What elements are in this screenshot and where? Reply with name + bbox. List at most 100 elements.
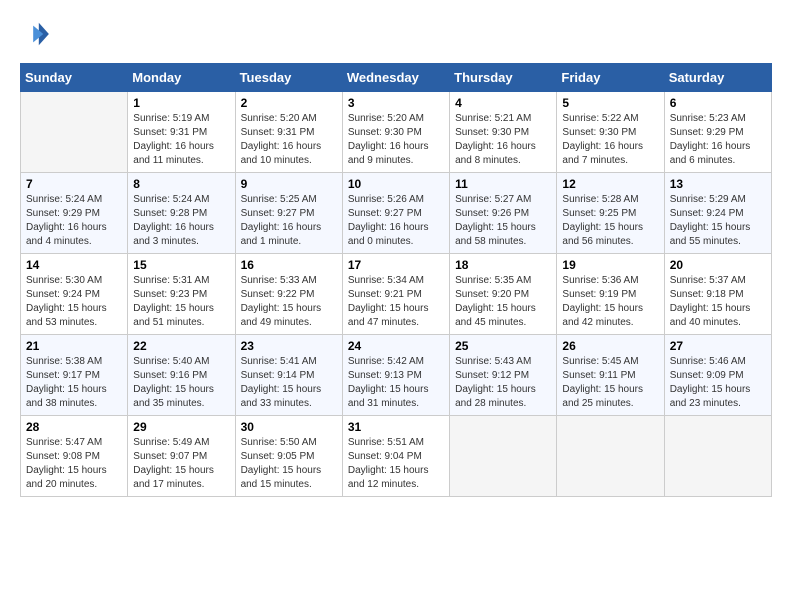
calendar-cell: 20 Sunrise: 5:37 AMSunset: 9:18 PMDaylig… [664,254,771,335]
weekday-header-tuesday: Tuesday [235,64,342,92]
calendar-cell: 18 Sunrise: 5:35 AMSunset: 9:20 PMDaylig… [450,254,557,335]
day-info: Sunrise: 5:50 AMSunset: 9:05 PMDaylight:… [241,436,337,492]
calendar-cell: 15 Sunrise: 5:31 AMSunset: 9:23 PMDaylig… [128,254,235,335]
day-number: 31 [348,420,444,434]
day-info: Sunrise: 5:23 AMSunset: 9:29 PMDaylight:… [670,112,766,168]
calendar-cell [450,416,557,497]
day-info: Sunrise: 5:46 AMSunset: 9:09 PMDaylight:… [670,355,766,411]
calendar-cell: 17 Sunrise: 5:34 AMSunset: 9:21 PMDaylig… [342,254,449,335]
calendar-cell: 14 Sunrise: 5:30 AMSunset: 9:24 PMDaylig… [21,254,128,335]
calendar-cell: 30 Sunrise: 5:50 AMSunset: 9:05 PMDaylig… [235,416,342,497]
calendar-cell: 4 Sunrise: 5:21 AMSunset: 9:30 PMDayligh… [450,92,557,173]
day-info: Sunrise: 5:45 AMSunset: 9:11 PMDaylight:… [562,355,658,411]
day-number: 2 [241,96,337,110]
day-info: Sunrise: 5:19 AMSunset: 9:31 PMDaylight:… [133,112,229,168]
calendar-cell: 2 Sunrise: 5:20 AMSunset: 9:31 PMDayligh… [235,92,342,173]
day-info: Sunrise: 5:33 AMSunset: 9:22 PMDaylight:… [241,274,337,330]
day-number: 24 [348,339,444,353]
calendar-cell: 11 Sunrise: 5:27 AMSunset: 9:26 PMDaylig… [450,173,557,254]
calendar-cell: 1 Sunrise: 5:19 AMSunset: 9:31 PMDayligh… [128,92,235,173]
calendar-cell [557,416,664,497]
day-number: 25 [455,339,551,353]
day-number: 7 [26,177,122,191]
day-info: Sunrise: 5:40 AMSunset: 9:16 PMDaylight:… [133,355,229,411]
day-number: 12 [562,177,658,191]
day-info: Sunrise: 5:30 AMSunset: 9:24 PMDaylight:… [26,274,122,330]
day-info: Sunrise: 5:36 AMSunset: 9:19 PMDaylight:… [562,274,658,330]
day-number: 8 [133,177,229,191]
calendar-cell: 22 Sunrise: 5:40 AMSunset: 9:16 PMDaylig… [128,335,235,416]
calendar-cell: 23 Sunrise: 5:41 AMSunset: 9:14 PMDaylig… [235,335,342,416]
day-info: Sunrise: 5:20 AMSunset: 9:30 PMDaylight:… [348,112,444,168]
calendar-cell [21,92,128,173]
day-info: Sunrise: 5:27 AMSunset: 9:26 PMDaylight:… [455,193,551,249]
weekday-header-friday: Friday [557,64,664,92]
weekday-header-saturday: Saturday [664,64,771,92]
day-info: Sunrise: 5:22 AMSunset: 9:30 PMDaylight:… [562,112,658,168]
day-number: 11 [455,177,551,191]
page-header [20,20,772,53]
calendar-cell: 7 Sunrise: 5:24 AMSunset: 9:29 PMDayligh… [21,173,128,254]
calendar-cell [664,416,771,497]
calendar-cell: 28 Sunrise: 5:47 AMSunset: 9:08 PMDaylig… [21,416,128,497]
calendar-cell: 5 Sunrise: 5:22 AMSunset: 9:30 PMDayligh… [557,92,664,173]
calendar-cell: 3 Sunrise: 5:20 AMSunset: 9:30 PMDayligh… [342,92,449,173]
weekday-header-wednesday: Wednesday [342,64,449,92]
day-info: Sunrise: 5:20 AMSunset: 9:31 PMDaylight:… [241,112,337,168]
day-info: Sunrise: 5:47 AMSunset: 9:08 PMDaylight:… [26,436,122,492]
calendar-cell: 8 Sunrise: 5:24 AMSunset: 9:28 PMDayligh… [128,173,235,254]
day-info: Sunrise: 5:37 AMSunset: 9:18 PMDaylight:… [670,274,766,330]
weekday-header-thursday: Thursday [450,64,557,92]
day-number: 15 [133,258,229,272]
day-number: 19 [562,258,658,272]
day-number: 18 [455,258,551,272]
day-info: Sunrise: 5:35 AMSunset: 9:20 PMDaylight:… [455,274,551,330]
calendar-cell: 9 Sunrise: 5:25 AMSunset: 9:27 PMDayligh… [235,173,342,254]
calendar-cell: 19 Sunrise: 5:36 AMSunset: 9:19 PMDaylig… [557,254,664,335]
weekday-header-sunday: Sunday [21,64,128,92]
calendar-cell: 16 Sunrise: 5:33 AMSunset: 9:22 PMDaylig… [235,254,342,335]
day-info: Sunrise: 5:29 AMSunset: 9:24 PMDaylight:… [670,193,766,249]
day-info: Sunrise: 5:31 AMSunset: 9:23 PMDaylight:… [133,274,229,330]
calendar-cell: 26 Sunrise: 5:45 AMSunset: 9:11 PMDaylig… [557,335,664,416]
day-number: 3 [348,96,444,110]
day-number: 28 [26,420,122,434]
day-number: 10 [348,177,444,191]
day-number: 23 [241,339,337,353]
day-number: 22 [133,339,229,353]
day-info: Sunrise: 5:24 AMSunset: 9:29 PMDaylight:… [26,193,122,249]
day-number: 9 [241,177,337,191]
day-info: Sunrise: 5:42 AMSunset: 9:13 PMDaylight:… [348,355,444,411]
day-info: Sunrise: 5:24 AMSunset: 9:28 PMDaylight:… [133,193,229,249]
calendar-cell: 13 Sunrise: 5:29 AMSunset: 9:24 PMDaylig… [664,173,771,254]
day-number: 6 [670,96,766,110]
calendar-table: SundayMondayTuesdayWednesdayThursdayFrid… [20,63,772,497]
day-info: Sunrise: 5:41 AMSunset: 9:14 PMDaylight:… [241,355,337,411]
day-info: Sunrise: 5:28 AMSunset: 9:25 PMDaylight:… [562,193,658,249]
day-info: Sunrise: 5:25 AMSunset: 9:27 PMDaylight:… [241,193,337,249]
day-number: 5 [562,96,658,110]
calendar-cell: 10 Sunrise: 5:26 AMSunset: 9:27 PMDaylig… [342,173,449,254]
day-number: 29 [133,420,229,434]
day-info: Sunrise: 5:43 AMSunset: 9:12 PMDaylight:… [455,355,551,411]
calendar-cell: 6 Sunrise: 5:23 AMSunset: 9:29 PMDayligh… [664,92,771,173]
calendar-cell: 24 Sunrise: 5:42 AMSunset: 9:13 PMDaylig… [342,335,449,416]
day-info: Sunrise: 5:51 AMSunset: 9:04 PMDaylight:… [348,436,444,492]
day-info: Sunrise: 5:21 AMSunset: 9:30 PMDaylight:… [455,112,551,168]
day-info: Sunrise: 5:34 AMSunset: 9:21 PMDaylight:… [348,274,444,330]
calendar-cell: 27 Sunrise: 5:46 AMSunset: 9:09 PMDaylig… [664,335,771,416]
logo-icon [22,20,50,48]
day-number: 14 [26,258,122,272]
day-number: 4 [455,96,551,110]
day-number: 16 [241,258,337,272]
day-info: Sunrise: 5:38 AMSunset: 9:17 PMDaylight:… [26,355,122,411]
calendar-cell: 25 Sunrise: 5:43 AMSunset: 9:12 PMDaylig… [450,335,557,416]
day-number: 27 [670,339,766,353]
day-number: 13 [670,177,766,191]
logo [20,20,50,53]
calendar-cell: 29 Sunrise: 5:49 AMSunset: 9:07 PMDaylig… [128,416,235,497]
calendar-cell: 21 Sunrise: 5:38 AMSunset: 9:17 PMDaylig… [21,335,128,416]
day-number: 21 [26,339,122,353]
day-info: Sunrise: 5:49 AMSunset: 9:07 PMDaylight:… [133,436,229,492]
calendar-cell: 31 Sunrise: 5:51 AMSunset: 9:04 PMDaylig… [342,416,449,497]
